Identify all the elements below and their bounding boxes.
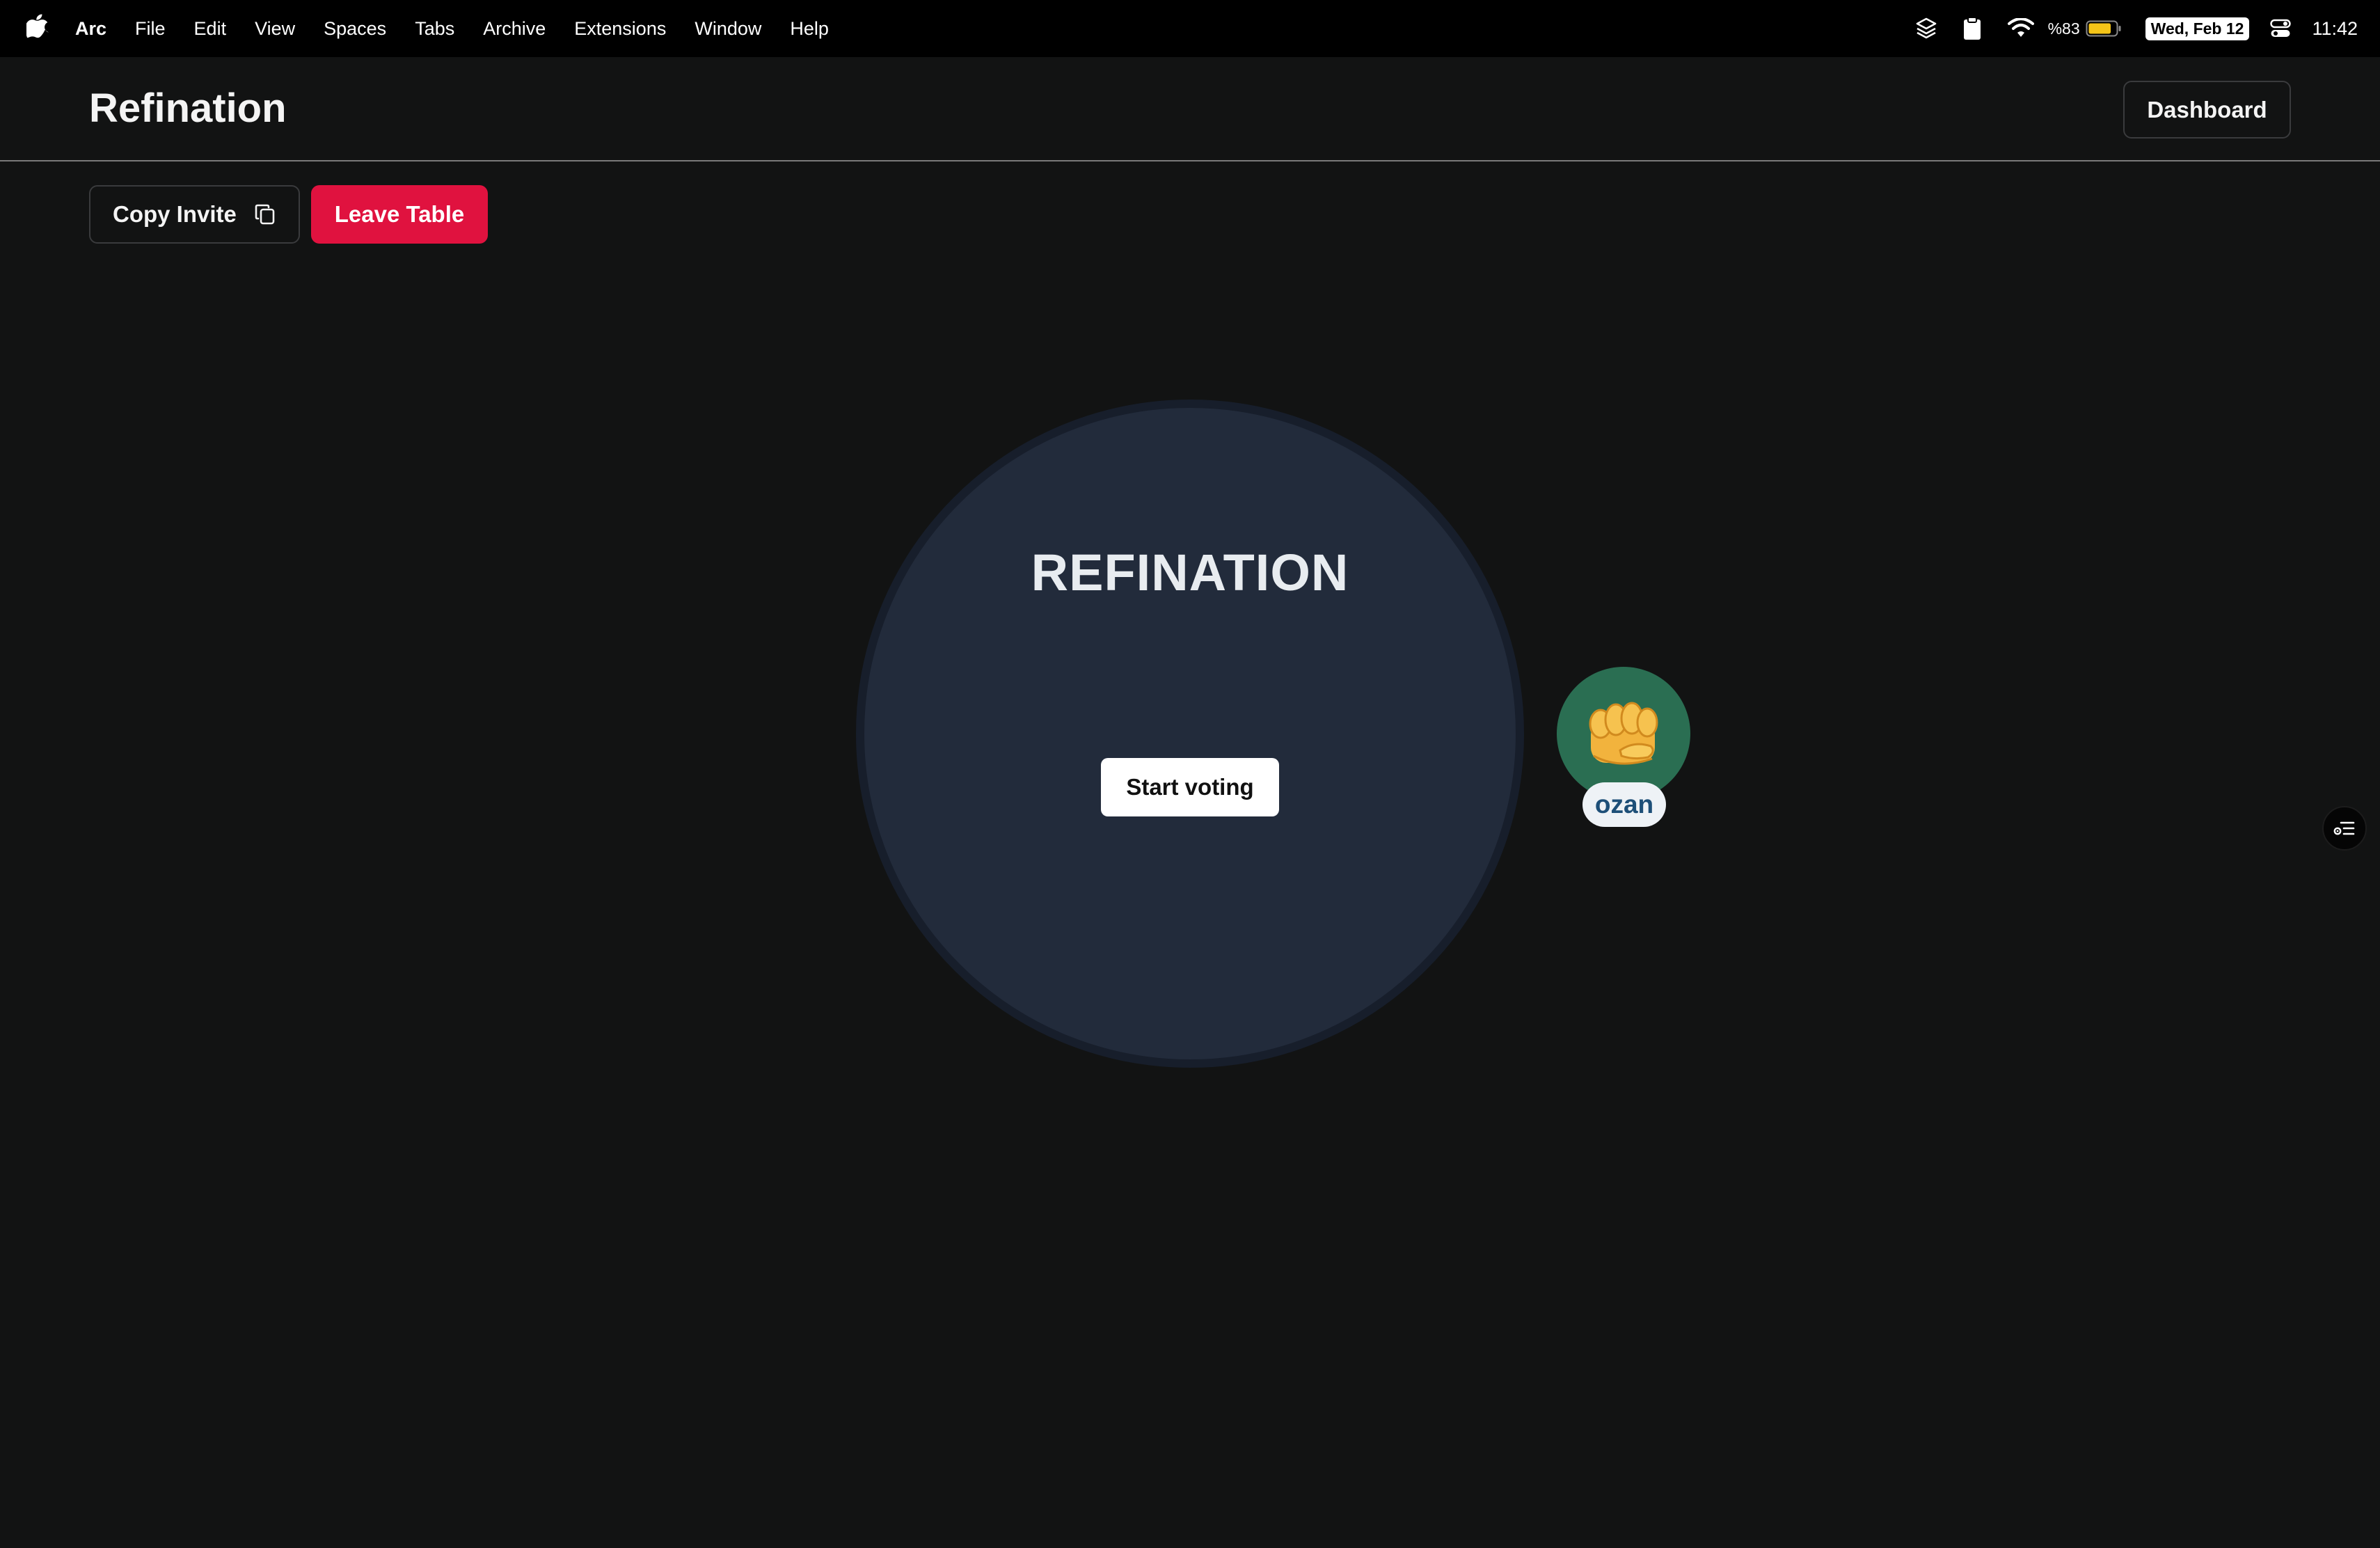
- battery-percent: %83: [2047, 19, 2080, 38]
- side-panel-button[interactable]: [2322, 806, 2367, 851]
- status-area: %83 Wed, Feb 12 11:42: [1914, 0, 2380, 57]
- layers-icon[interactable]: [1914, 17, 1938, 40]
- menu-view[interactable]: View: [255, 0, 324, 57]
- page-title: Refination: [89, 86, 287, 131]
- menu-extensions[interactable]: Extensions: [574, 0, 695, 57]
- voting-table: [856, 400, 1524, 1068]
- date-display[interactable]: Wed, Feb 12: [2145, 17, 2250, 40]
- control-center-icon[interactable]: [2270, 18, 2292, 39]
- menu-archive[interactable]: Archive: [483, 0, 574, 57]
- clock[interactable]: 11:42: [2312, 18, 2358, 40]
- app-menus: Arc File Edit View Spaces Tabs Archive E…: [75, 0, 857, 57]
- dashboard-button[interactable]: Dashboard: [2123, 81, 2291, 139]
- system-menu-bar: Arc File Edit View Spaces Tabs Archive E…: [0, 0, 2380, 57]
- battery-icon[interactable]: [2086, 19, 2122, 38]
- menu-edit[interactable]: Edit: [194, 0, 255, 57]
- leave-table-button[interactable]: Leave Table: [311, 185, 488, 244]
- clipboard-icon[interactable]: [1963, 17, 1981, 40]
- participant-avatar: [1557, 667, 1690, 800]
- start-voting-button[interactable]: Start voting: [1101, 758, 1279, 816]
- copy-icon: [255, 204, 275, 225]
- menu-tabs[interactable]: Tabs: [415, 0, 483, 57]
- participant-name: ozan: [1582, 782, 1666, 827]
- apple-logo-icon[interactable]: [26, 13, 49, 41]
- menu-spaces[interactable]: Spaces: [324, 0, 415, 57]
- table-title: REFINATION: [1031, 544, 1349, 601]
- menu-window[interactable]: Window: [695, 0, 790, 57]
- fist-emoji-icon: [1589, 702, 1658, 765]
- menu-arc[interactable]: Arc: [75, 0, 135, 57]
- wifi-icon[interactable]: [2007, 18, 2034, 39]
- copy-invite-label: Copy Invite: [113, 201, 237, 227]
- list-settings-icon: [2333, 821, 2355, 835]
- app-header: Refination Dashboard: [0, 57, 2380, 161]
- menu-file[interactable]: File: [135, 0, 194, 57]
- menu-help[interactable]: Help: [790, 0, 857, 57]
- copy-invite-button[interactable]: Copy Invite: [89, 185, 300, 244]
